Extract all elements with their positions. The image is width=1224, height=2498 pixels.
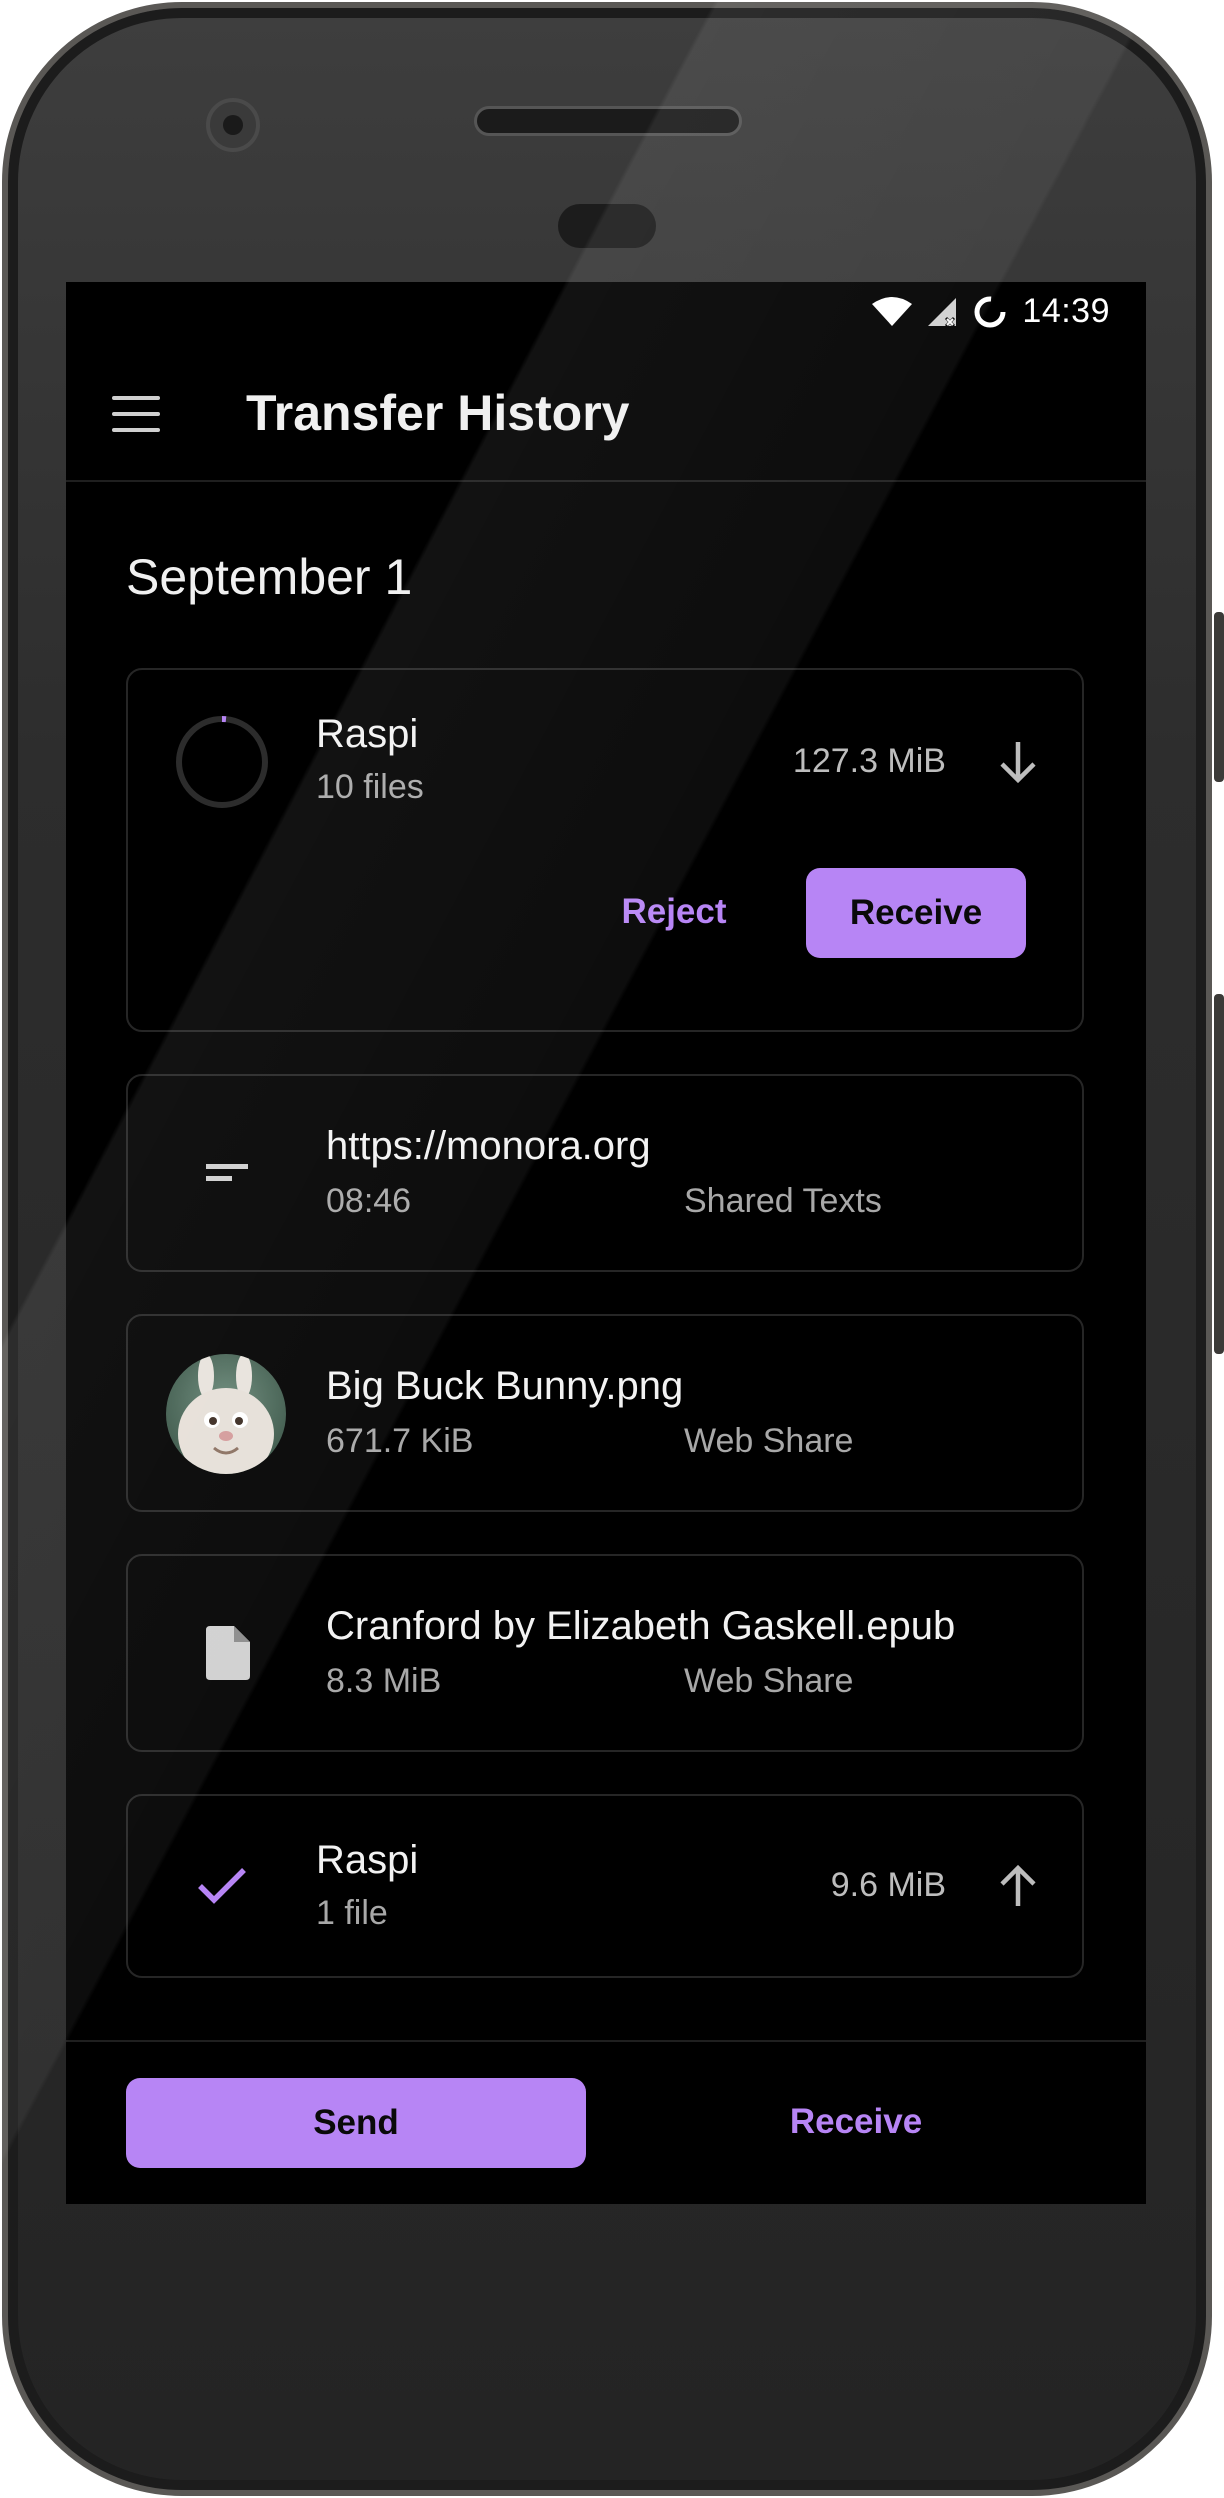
front-camera — [206, 98, 260, 152]
volume-button — [1214, 994, 1224, 1354]
arrow-down-icon — [1000, 742, 1036, 784]
pending-transfer-card[interactable]: Raspi 10 files 127.3 MiB Reject Receive — [126, 668, 1084, 1032]
item-meta: 671.7 KiB — [326, 1422, 474, 1460]
transfer-file-count: 1 file — [316, 1894, 388, 1932]
check-icon — [198, 1868, 246, 1904]
page-title: Transfer History — [246, 385, 630, 441]
reject-button[interactable]: Reject — [608, 882, 740, 942]
app-bar: Transfer History — [66, 344, 1146, 482]
proximity-sensor — [558, 204, 656, 248]
bottom-action-bar: Send Receive — [66, 2040, 1146, 2204]
item-meta: 8.3 MiB — [326, 1662, 442, 1700]
item-source: Web Share — [684, 1422, 854, 1460]
cell-signal-icon — [928, 297, 957, 327]
send-button[interactable]: Send — [126, 2078, 586, 2168]
item-source: Shared Texts — [684, 1182, 882, 1220]
battery-saver-icon — [974, 296, 1006, 327]
list-item[interactable]: https://monora.org 08:46 Shared Texts — [126, 1074, 1084, 1272]
image-thumbnail — [166, 1354, 286, 1474]
transfer-device-name: Raspi — [316, 1838, 419, 1882]
earpiece-speaker — [474, 106, 742, 136]
transfer-file-count: 10 files — [316, 768, 424, 806]
transfer-size: 9.6 MiB — [830, 1866, 946, 1904]
progress-spinner-icon — [176, 716, 268, 808]
status-icons: 14:39 — [872, 292, 1110, 331]
menu-icon[interactable] — [110, 388, 162, 440]
transfer-device-name: Raspi — [316, 712, 419, 756]
item-title: Big Buck Bunny.png — [326, 1364, 684, 1408]
receive-button[interactable]: Receive — [756, 2092, 956, 2152]
item-meta: 08:46 — [326, 1182, 412, 1220]
item-title: Cranford by Elizabeth Gaskell.epub — [326, 1604, 956, 1648]
completed-transfer-card[interactable]: Raspi 1 file 9.6 MiB — [126, 1794, 1084, 1978]
arrow-up-icon — [1000, 1864, 1036, 1906]
screen: 14:39 Transfer History September 1 Raspi… — [66, 282, 1146, 2204]
text-icon — [206, 1164, 248, 1181]
item-title: https://monora.org — [326, 1124, 651, 1168]
receive-transfer-button[interactable]: Receive — [806, 868, 1026, 958]
file-icon — [206, 1626, 250, 1680]
list-item[interactable]: Big Buck Bunny.png 671.7 KiB Web Share — [126, 1314, 1084, 1512]
list-item[interactable]: Cranford by Elizabeth Gaskell.epub 8.3 M… — [126, 1554, 1084, 1752]
transfer-size: 127.3 MiB — [792, 742, 946, 780]
section-date-header: September 1 — [126, 549, 413, 605]
item-source: Web Share — [684, 1662, 854, 1700]
status-bar: 14:39 — [66, 282, 1146, 344]
clock: 14:39 — [1022, 292, 1110, 330]
power-button — [1214, 612, 1224, 782]
wifi-icon — [872, 296, 913, 326]
